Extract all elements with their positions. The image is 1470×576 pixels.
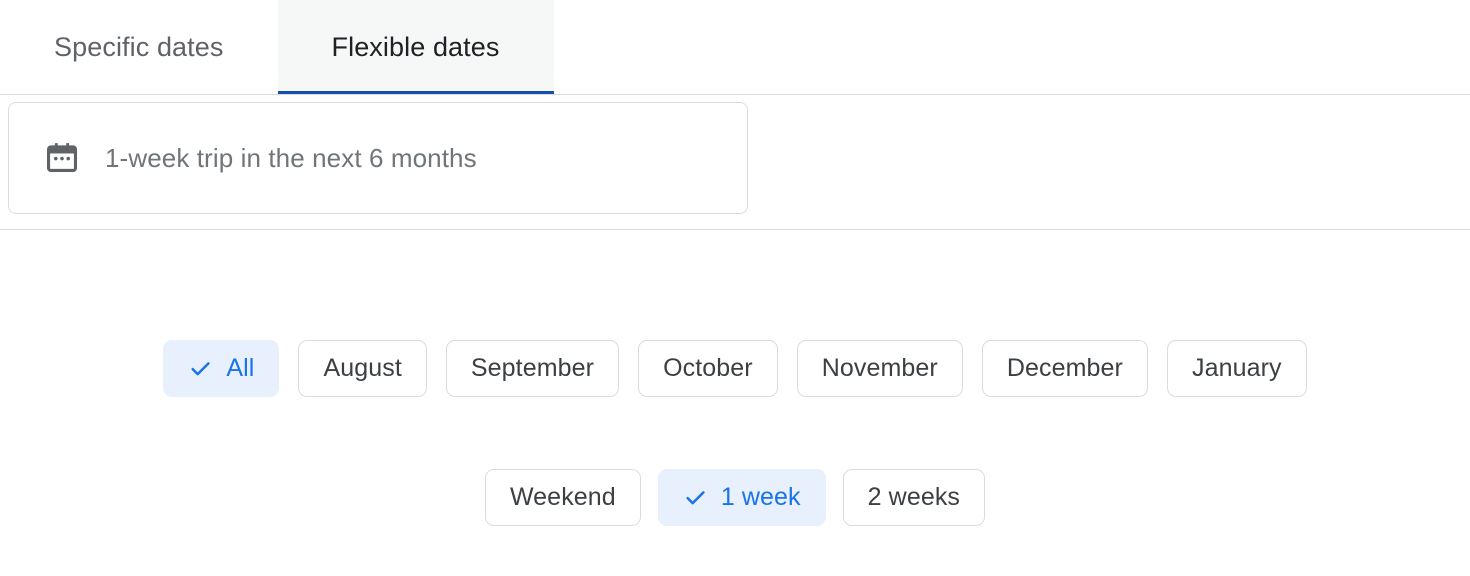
flexible-date-field-value: 1-week trip in the next 6 months: [105, 142, 477, 173]
duration-chip-label: 1 week: [720, 483, 801, 511]
check-icon: [686, 491, 705, 505]
month-chip-january[interactable]: January: [1166, 340, 1307, 397]
month-chip-label: October: [663, 354, 753, 382]
date-mode-tabs: Specific dates Flexible dates: [0, 0, 1470, 95]
month-chip-december[interactable]: December: [981, 340, 1148, 397]
tab-flexible-dates-label: Flexible dates: [331, 32, 500, 62]
month-chip-label: September: [470, 354, 595, 382]
month-chip-august[interactable]: August: [298, 340, 427, 397]
tab-flexible-dates[interactable]: Flexible dates: [277, 0, 554, 95]
month-chip-row: All August September October November De…: [0, 340, 1470, 397]
date-field-row: 1-week trip in the next 6 months: [0, 95, 1470, 230]
month-chip-november[interactable]: November: [796, 340, 963, 397]
duration-chip-label: 2 weeks: [867, 483, 961, 511]
month-chip-label: August: [323, 354, 402, 382]
flexible-dates-panel: Specific dates Flexible dates 1-week tri…: [0, 0, 1470, 576]
tab-specific-dates-label: Specific dates: [54, 32, 224, 62]
month-chip-all[interactable]: All: [163, 340, 280, 397]
month-chip-october[interactable]: October: [638, 340, 778, 397]
check-icon: [191, 362, 211, 376]
duration-chip-1-week[interactable]: 1 week: [657, 469, 826, 526]
duration-chip-weekend[interactable]: Weekend: [484, 469, 641, 526]
field-row-divider: [0, 229, 1470, 230]
month-chip-label: All: [226, 354, 255, 382]
tab-specific-dates[interactable]: Specific dates: [0, 0, 278, 95]
duration-chip-row: Weekend 1 week 2 weeks: [0, 469, 1470, 526]
duration-chip-2-weeks[interactable]: 2 weeks: [842, 469, 986, 526]
flexible-options: All August September October November De…: [0, 340, 1470, 526]
month-chip-label: November: [821, 354, 938, 382]
duration-chip-label: Weekend: [509, 483, 616, 511]
month-chip-label: December: [1006, 354, 1123, 382]
calendar-icon: [46, 143, 78, 173]
flexible-date-field[interactable]: 1-week trip in the next 6 months: [8, 102, 748, 214]
month-chip-label: January: [1191, 354, 1282, 382]
month-chip-september[interactable]: September: [445, 340, 620, 397]
